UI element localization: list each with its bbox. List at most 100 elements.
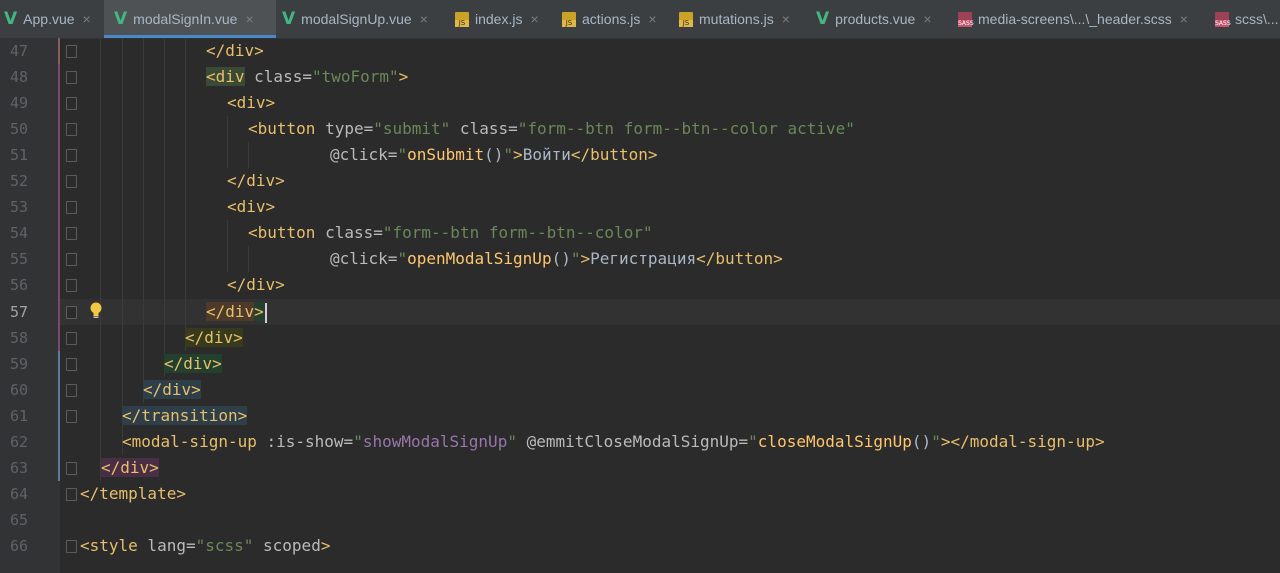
attr-token: @click= (330, 249, 398, 268)
text-token: Войти (522, 145, 571, 164)
tag-token: </div> (185, 328, 243, 347)
line-number: 48 (9, 68, 28, 86)
fold-marker-icon[interactable] (66, 253, 77, 266)
function-token: onSubmit (407, 145, 485, 164)
tag-token: <style (80, 536, 138, 555)
fold-marker-icon[interactable] (66, 384, 77, 397)
tag-token: </div> (101, 458, 159, 477)
close-icon[interactable]: × (530, 11, 538, 27)
attr-token: type= (315, 119, 374, 138)
tag-token: </template> (80, 484, 186, 503)
fold-marker-icon[interactable] (66, 227, 77, 240)
fold-marker-icon[interactable] (66, 71, 77, 84)
tag-token: </button> (570, 145, 658, 164)
lightbulb-icon[interactable] (89, 302, 103, 320)
line-number: 66 (9, 537, 28, 555)
line-number: 52 (9, 172, 28, 190)
line-number-current: 57 (9, 303, 28, 321)
fold-marker-icon[interactable] (66, 175, 77, 188)
tab-header-scss[interactable]: SASS media-screens\...\_header.scss × (958, 0, 1188, 38)
tab-modalsignin-vue[interactable]: V modalSignIn.vue × (104, 0, 276, 38)
tab-scss[interactable]: SASS scss\... (1215, 0, 1279, 38)
fold-marker-icon[interactable] (66, 488, 77, 501)
tag-token: </div (206, 302, 255, 321)
fold-marker-icon[interactable] (66, 279, 77, 292)
fold-marker-icon[interactable] (66, 201, 77, 214)
fold-marker-icon[interactable] (66, 540, 77, 553)
tab-index-js[interactable]: JS index.js × (455, 0, 539, 38)
string-token: "form--btn form--btn--color" (382, 223, 653, 242)
code-editor[interactable]: 47 48 49 50 51 52 53 54 55 56 57 58 59 6… (0, 38, 1280, 573)
change-marker (58, 64, 60, 351)
close-icon[interactable]: × (782, 11, 790, 27)
line-number: 65 (9, 511, 28, 529)
code-line-60: </div> (143, 377, 201, 403)
tab-label: index.js (475, 11, 523, 27)
close-icon[interactable]: × (1180, 11, 1188, 27)
close-icon[interactable]: × (420, 11, 428, 27)
sass-file-icon: SASS (958, 11, 974, 27)
text-caret (264, 302, 267, 323)
close-icon[interactable]: × (648, 11, 656, 27)
tag-token: </div> (143, 380, 201, 399)
sass-file-icon: SASS (1215, 11, 1231, 27)
code-line-53: <div> (227, 194, 275, 220)
tag-token: > (580, 249, 591, 268)
fold-marker-icon[interactable] (66, 97, 77, 110)
tag-token: <modal-sign-up (122, 432, 257, 451)
fold-marker-icon[interactable] (66, 358, 77, 371)
line-number: 53 (9, 198, 28, 216)
property-token: showModalSignUp (362, 432, 508, 451)
tag-token: <div> (227, 93, 276, 112)
indent-guide (227, 220, 228, 272)
tab-app-vue[interactable]: V App.vue × (4, 0, 91, 38)
tab-actions-js[interactable]: JS actions.js × (562, 0, 657, 38)
fold-marker-icon[interactable] (66, 332, 77, 345)
tag-token: > (513, 145, 523, 164)
code-line-57: </div> (206, 299, 267, 325)
string-token: " (748, 432, 758, 451)
string-token: " (507, 432, 517, 451)
tag-token: </div> (227, 171, 285, 190)
code-line-63: </div> (101, 455, 159, 481)
tag-token: </button> (696, 249, 783, 268)
tab-modalsignup-vue[interactable]: V modalSignUp.vue × (282, 0, 428, 38)
tag-token: <button (248, 223, 316, 242)
fold-marker-icon[interactable] (66, 149, 77, 162)
fold-marker-icon[interactable] (66, 45, 77, 58)
fold-marker-icon[interactable] (66, 306, 77, 319)
indent-guide (143, 38, 144, 403)
indent-guide (122, 38, 123, 455)
tab-products-vue[interactable]: V products.vue × (816, 0, 932, 38)
indent-guide (185, 38, 186, 351)
punc-token: () (484, 145, 504, 164)
tag-token: > (254, 302, 264, 321)
fold-marker-icon[interactable] (66, 462, 77, 475)
line-number: 54 (9, 224, 28, 242)
tag-token: <div (206, 67, 245, 86)
close-icon[interactable]: × (245, 11, 253, 27)
js-file-icon: JS (455, 11, 469, 27)
function-token: closeModalSignUp (757, 432, 912, 451)
line-number: 51 (9, 146, 28, 164)
tag-token: </div> (206, 41, 264, 60)
code-line-48: <div class="twoForm"> (206, 64, 408, 90)
code-line-49: <div> (227, 90, 275, 116)
line-number: 60 (9, 381, 28, 399)
line-number: 62 (9, 433, 28, 451)
tab-mutations-js[interactable]: JS mutations.js × (679, 0, 790, 38)
fold-marker-icon[interactable] (66, 410, 77, 423)
function-token: openModalSignUp (407, 249, 552, 268)
code-line-62: <modal-sign-up :is-show="showModalSignUp… (122, 429, 1105, 455)
attr-token: :is-show= (256, 432, 354, 451)
punc-token: () (551, 249, 571, 268)
indent-guide (227, 116, 228, 168)
string-token: " (397, 145, 408, 164)
close-icon[interactable]: × (923, 11, 931, 27)
string-token: " (931, 432, 941, 451)
fold-marker-icon[interactable] (66, 123, 77, 136)
tab-label: App.vue (23, 11, 75, 27)
close-icon[interactable]: × (83, 11, 91, 27)
line-number: 55 (9, 250, 28, 268)
code-line-55: @click="openModalSignUp()">Регистрация</… (330, 246, 783, 272)
